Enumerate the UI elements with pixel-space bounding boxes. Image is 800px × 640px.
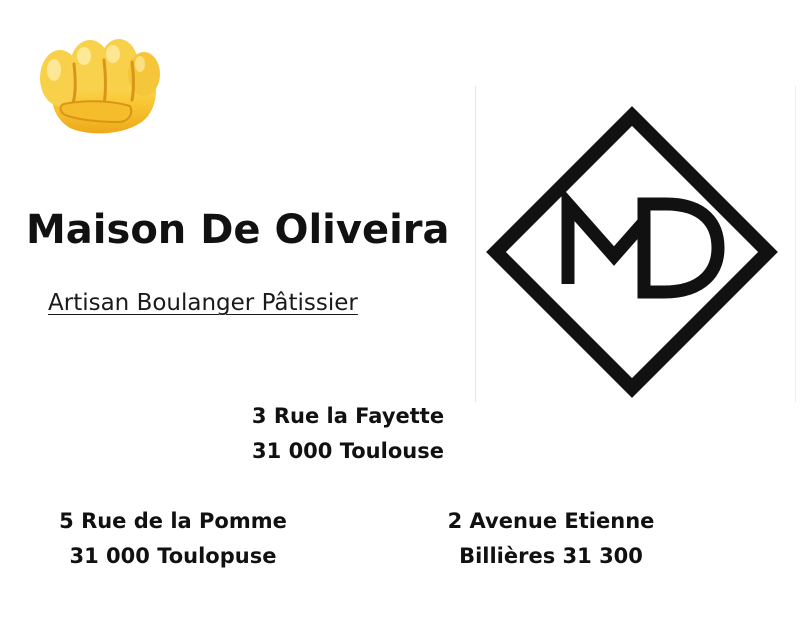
raised-fist-icon <box>30 34 162 138</box>
address-block: 5 Rue de la Pomme 31 000 Toulopuse <box>40 504 306 574</box>
md-diamond-logo <box>486 106 778 398</box>
address-line: 3 Rue la Fayette <box>251 404 445 428</box>
divider <box>795 86 796 402</box>
address-block: 3 Rue la Fayette 31 000 Toulouse <box>230 399 466 469</box>
address-line: 5 Rue de la Pomme <box>59 509 287 533</box>
divider <box>475 86 476 402</box>
address-line: Billières 31 300 <box>459 544 643 568</box>
address-line: 2 Avenue Etienne <box>447 509 655 533</box>
page-title: Maison De Oliveira <box>26 207 450 253</box>
address-block: 2 Avenue Etienne Billières 31 300 <box>424 504 678 574</box>
page-subtitle: Artisan Boulanger Pâtissier <box>48 290 358 316</box>
address-line: 31 000 Toulopuse <box>69 544 277 568</box>
address-line: 31 000 Toulouse <box>252 439 444 463</box>
